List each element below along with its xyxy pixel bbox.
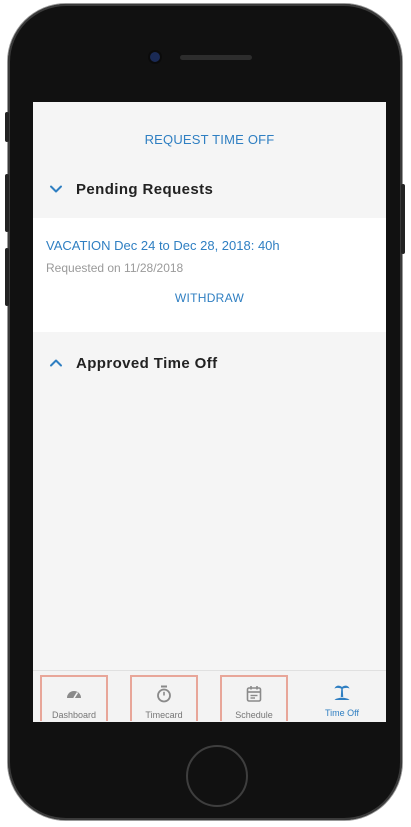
request-title[interactable]: VACATION Dec 24 to Dec 28, 2018: 40h: [46, 238, 280, 253]
request-date: Requested on 11/28/2018: [46, 261, 184, 275]
front-camera: [150, 52, 160, 62]
silent-switch: [5, 112, 9, 142]
pending-requests-title: Pending Requests: [76, 180, 214, 198]
stopwatch-icon: [157, 685, 171, 703]
tab-schedule[interactable]: Schedule: [220, 675, 288, 721]
pending-requests-header[interactable]: Pending Requests: [33, 177, 386, 201]
request-time-off-link[interactable]: REQUEST TIME OFF: [33, 132, 386, 147]
tab-timecard[interactable]: Timecard: [130, 675, 198, 721]
approved-time-off-header[interactable]: Approved Time Off: [33, 351, 386, 375]
palm-tree-icon: [334, 685, 350, 700]
calendar-icon: [246, 686, 262, 702]
volume-down-button: [5, 248, 9, 306]
earpiece-speaker: [180, 55, 252, 60]
tab-label: Time Off: [324, 708, 359, 718]
chevron-down-icon: [50, 185, 62, 193]
tab-time-off[interactable]: Time Off: [308, 675, 376, 721]
bottom-tab-bar: Dashboard Timecard Schedule Time Off: [33, 670, 386, 722]
power-button: [401, 184, 405, 254]
tab-label: Timecard: [145, 710, 183, 720]
withdraw-button[interactable]: WITHDRAW: [33, 291, 386, 305]
volume-up-button: [5, 174, 9, 232]
tab-label: Schedule: [235, 710, 273, 720]
approved-time-off-title: Approved Time Off: [76, 354, 218, 372]
gauge-icon: [67, 691, 81, 699]
tab-dashboard[interactable]: Dashboard: [40, 675, 108, 721]
request-card: VACATION Dec 24 to Dec 28, 2018: 40h Req…: [33, 218, 386, 332]
tab-label: Dashboard: [51, 710, 97, 720]
home-button[interactable]: [186, 745, 248, 807]
chevron-up-icon: [50, 359, 62, 367]
app-screen: REQUEST TIME OFF Pending Requests VACATI…: [33, 102, 386, 722]
